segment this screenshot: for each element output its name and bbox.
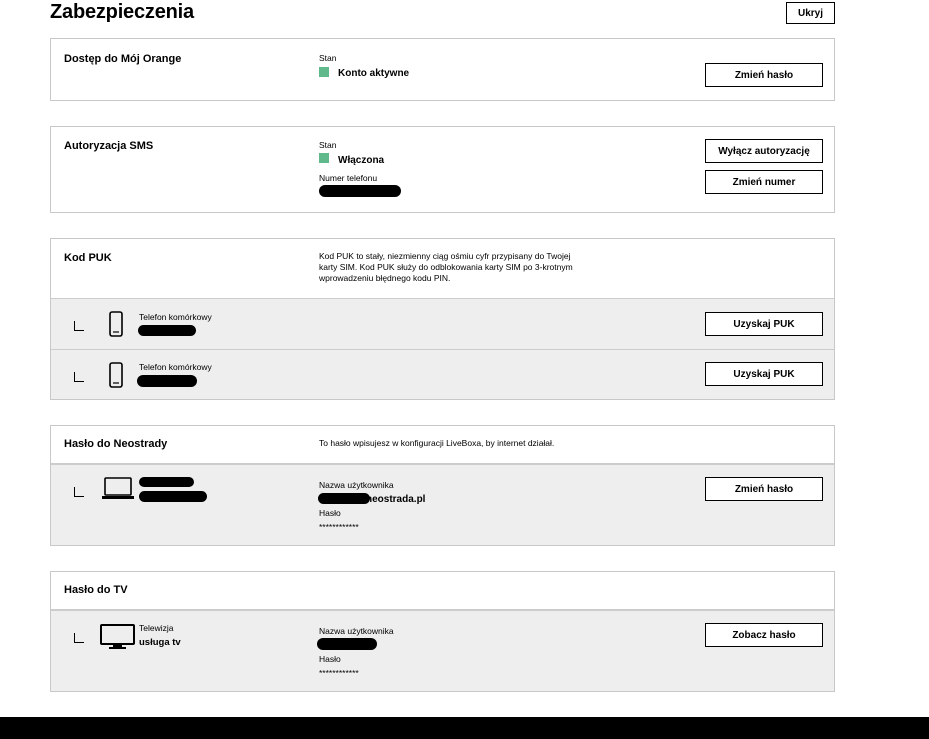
tv-card: Hasło do TV Telewizja usługa tv Nazwa uż… bbox=[50, 571, 835, 692]
mobile-phone-icon bbox=[109, 362, 123, 388]
redacted-username bbox=[317, 638, 377, 650]
password-value: ************ bbox=[319, 668, 359, 678]
redacted-account-number bbox=[139, 491, 207, 502]
status-enabled-indicator bbox=[319, 153, 329, 163]
device-label: Telefon komórkowy bbox=[139, 362, 212, 372]
redacted-device-number bbox=[137, 375, 197, 387]
sms-auth-card: Autoryzacja SMS Stan Włączona Numer tele… bbox=[50, 126, 835, 213]
username-label: Nazwa użytkownika bbox=[319, 626, 394, 636]
puk-row: Telefon komórkowy Uzyskaj PUK bbox=[51, 298, 834, 349]
footer-bar bbox=[0, 717, 929, 739]
hide-button[interactable]: Ukryj bbox=[786, 2, 835, 24]
password-value: ************ bbox=[319, 522, 359, 532]
tv-icon bbox=[100, 624, 135, 649]
puk-description: Kod PUK to stały, niezmienny ciąg ośmiu … bbox=[319, 251, 573, 283]
redacted-account-name bbox=[139, 477, 194, 487]
change-number-button[interactable]: Zmień numer bbox=[705, 170, 823, 194]
neostrada-card: Hasło do Neostrady To hasło wpisujesz w … bbox=[50, 425, 835, 546]
neostrada-row: Nazwa użytkownika neostrada.pl Hasło ***… bbox=[51, 463, 834, 545]
tree-connector-icon bbox=[74, 372, 84, 382]
moj-orange-status-label: Stan bbox=[319, 53, 337, 63]
change-neostrada-password-button[interactable]: Zmień hasło bbox=[705, 477, 823, 501]
sms-auth-title: Autoryzacja SMS bbox=[64, 140, 154, 152]
tv-title: Hasło do TV bbox=[64, 584, 128, 596]
tree-connector-icon bbox=[74, 633, 84, 643]
change-password-button[interactable]: Zmień hasło bbox=[705, 63, 823, 87]
moj-orange-status-value: Konto aktywne bbox=[338, 68, 410, 79]
redacted-username bbox=[318, 493, 370, 504]
redacted-phone-number bbox=[319, 185, 401, 197]
sms-status-value: Włączona bbox=[338, 155, 385, 166]
get-puk-button[interactable]: Uzyskaj PUK bbox=[705, 362, 823, 386]
device-label: Telewizja bbox=[139, 623, 174, 633]
password-label: Hasło bbox=[319, 654, 341, 664]
laptop-icon bbox=[102, 477, 134, 499]
puk-card: Kod PUK Kod PUK to stały, niezmienny cią… bbox=[50, 238, 835, 400]
neostrada-description: To hasło wpisujesz w konfiguracji LiveBo… bbox=[319, 438, 555, 448]
puk-title: Kod PUK bbox=[64, 252, 112, 264]
page-title: Zabezpieczenia bbox=[50, 1, 194, 23]
phone-number-label: Numer telefonu bbox=[319, 173, 378, 183]
username-domain: neostrada.pl bbox=[366, 494, 426, 505]
neostrada-title: Hasło do Neostrady bbox=[64, 438, 168, 450]
show-tv-password-button[interactable]: Zobacz hasło bbox=[705, 623, 823, 647]
password-label: Hasło bbox=[319, 508, 341, 518]
disable-sms-auth-button[interactable]: Wyłącz autoryzację bbox=[705, 139, 823, 163]
redacted-device-number bbox=[138, 325, 196, 336]
username-label: Nazwa użytkownika bbox=[319, 480, 394, 490]
tree-connector-icon bbox=[74, 487, 84, 497]
tv-row: Telewizja usługa tv Nazwa użytkownika Ha… bbox=[51, 609, 834, 691]
sms-status-label: Stan bbox=[319, 140, 337, 150]
get-puk-button[interactable]: Uzyskaj PUK bbox=[705, 312, 823, 336]
mobile-phone-icon bbox=[109, 311, 123, 337]
puk-row: Telefon komórkowy Uzyskaj PUK bbox=[51, 349, 834, 399]
device-value: usługa tv bbox=[139, 637, 181, 648]
status-active-indicator bbox=[319, 67, 329, 77]
moj-orange-title: Dostęp do Mój Orange bbox=[64, 53, 182, 65]
moj-orange-card: Dostęp do Mój Orange Stan Konto aktywne … bbox=[50, 38, 835, 101]
device-label: Telefon komórkowy bbox=[139, 312, 212, 322]
tree-connector-icon bbox=[74, 321, 84, 331]
